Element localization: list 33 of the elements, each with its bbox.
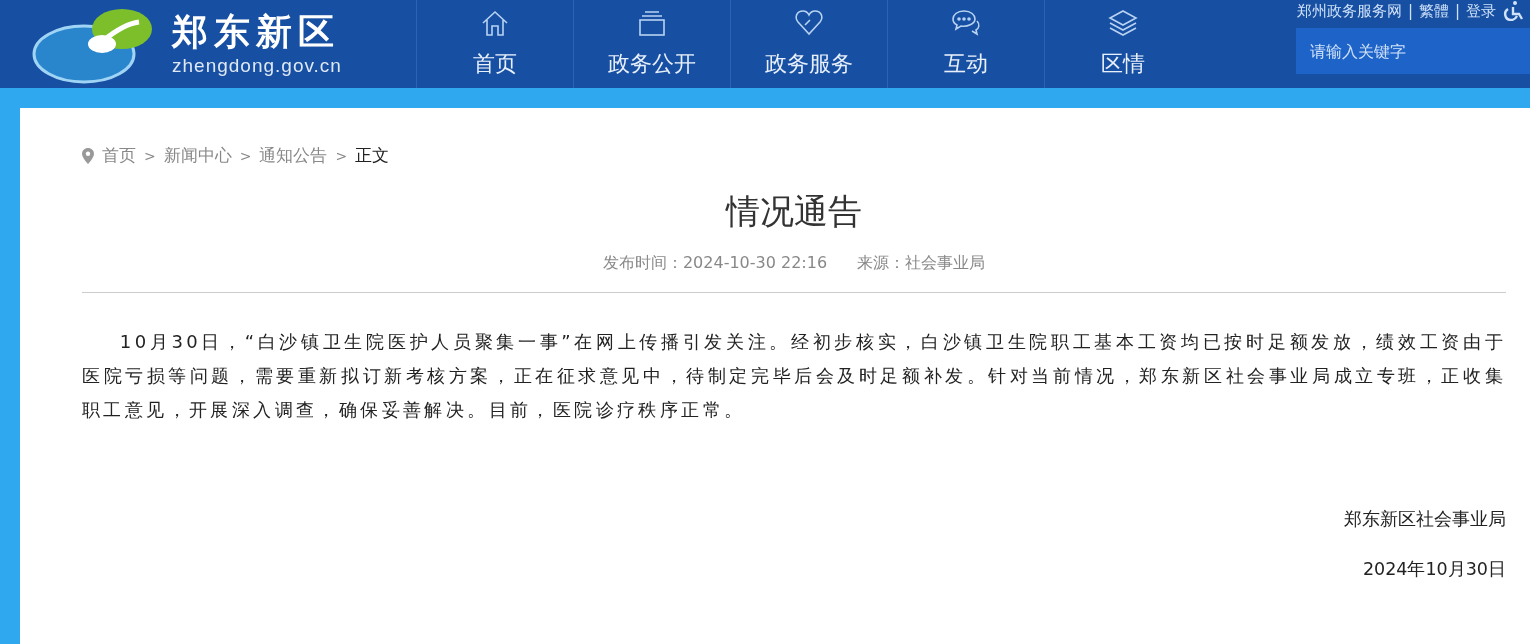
article-source: 来源：社会事业局: [857, 253, 986, 274]
article-body: 10月30日，“白沙镇卫生院医护人员聚集一事”在网上传播引发关注。经初步核实，白沙镇卫生院职工基本工资均已按时足额发放，绩效工资由于医院亏损等问题，需要重新拟订新考核方案，正在征求意见中，待制定完毕后会及时足额补发。针对当前情况，郑东新区社会事业局成立专班，正收集职工意见，开展深入调查，确保妥善解决。目前，医院诊疗秩序正常。: [82, 330, 1506, 422]
article-date: 2024年10月30日: [1362, 559, 1506, 579]
top-link[interactable]: 繁體: [1418, 1, 1449, 21]
breadcrumb-link[interactable]: 新闻中心: [163, 144, 232, 167]
nav-item[interactable]: 区情: [1044, 0, 1201, 88]
site-title: 郑东新区: [172, 10, 341, 54]
home-icon: [480, 9, 510, 37]
link-separator: |: [1454, 2, 1460, 20]
current-page-label: 正文: [355, 144, 390, 167]
nav-item[interactable]: 政务服务: [730, 0, 887, 88]
signature: 郑东新区社会事业局: [1344, 509, 1506, 529]
nav-item[interactable]: 政务公开: [573, 0, 730, 88]
breadcrumb-link[interactable]: 首页: [102, 144, 136, 167]
chat-icon: [951, 9, 981, 37]
publish-time: 发布时间：2024-10-30 22:16: [602, 253, 828, 274]
breadcrumb-separator: >: [335, 147, 348, 164]
layers-icon: [1108, 9, 1138, 37]
breadcrumb-separator: >: [239, 147, 252, 164]
breadcrumb-link[interactable]: 通知公告: [259, 144, 328, 167]
tray-icon: [637, 9, 667, 37]
search-field[interactable]: 请输入关键字: [1296, 28, 1530, 74]
top-link[interactable]: 郑州政务服务网: [1296, 1, 1402, 21]
location-pin-icon: [82, 147, 94, 164]
link-separator: |: [1407, 2, 1413, 20]
nav-item[interactable]: 首页: [416, 0, 573, 88]
heart-icon: [794, 9, 824, 37]
nav-item[interactable]: 互动: [887, 0, 1044, 88]
accessibility-icon[interactable]: [1502, 1, 1524, 21]
site-domain: zhengdong.gov.cn: [172, 54, 342, 78]
top-link[interactable]: 登录: [1466, 1, 1496, 21]
article-title: 情况通告: [724, 190, 863, 233]
breadcrumb-separator: >: [144, 147, 156, 164]
